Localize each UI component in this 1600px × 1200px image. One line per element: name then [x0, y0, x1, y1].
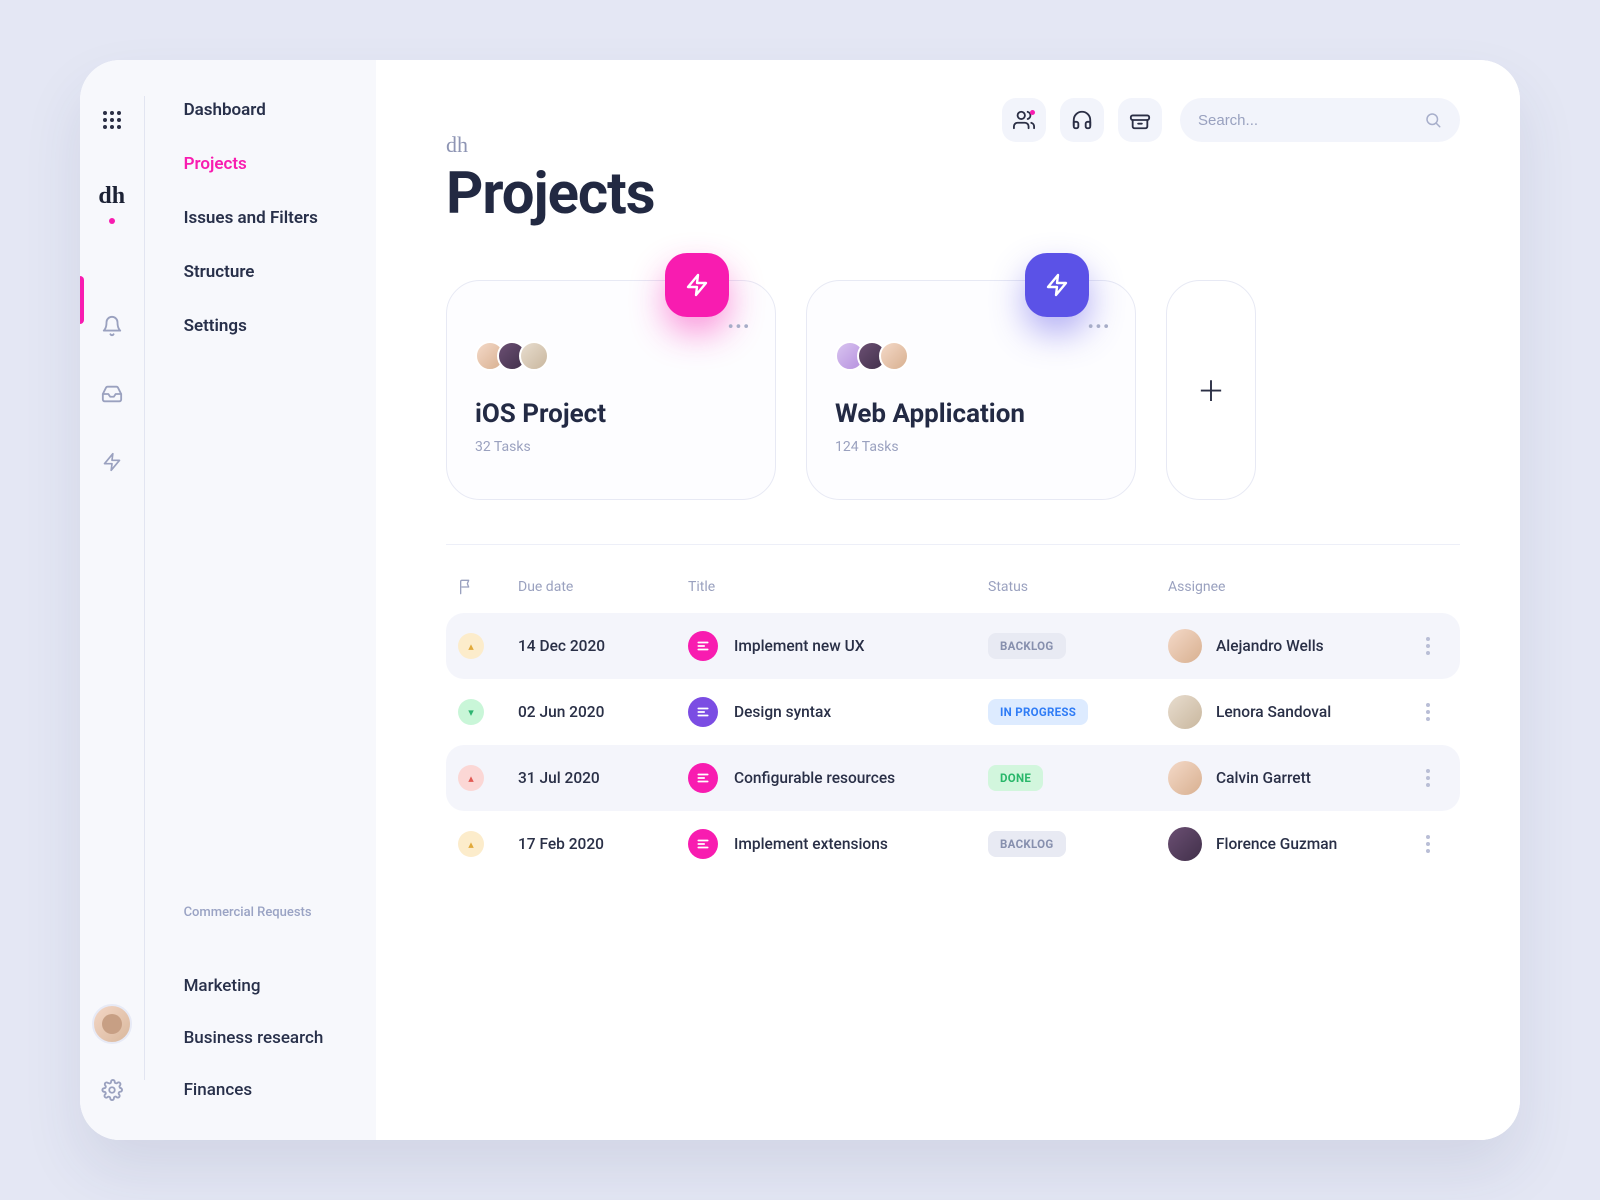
bolt-icon[interactable] — [92, 442, 132, 482]
cell-assignee: Lenora Sandoval — [1168, 695, 1408, 729]
sidebar-nav: Dashboard Projects Issues and Filters St… — [144, 60, 376, 1140]
card-subtitle: 32 Tasks — [475, 439, 747, 455]
card-title: iOS Project — [475, 399, 747, 429]
sidebar-item-dashboard[interactable]: Dashboard — [184, 100, 346, 120]
card-title: Web Application — [835, 399, 1107, 429]
sidebar-main-links: Dashboard Projects Issues and Filters St… — [184, 100, 346, 336]
tasks-table: Due date Title Status Assignee ▴ 14 Dec 2… — [446, 569, 1460, 877]
sidebar-item-business-research[interactable]: Business research — [184, 1028, 346, 1048]
cell-due: 14 Dec 2020 — [518, 637, 688, 655]
avatar — [1168, 827, 1202, 861]
project-cards: ••• iOS Project 32 Tasks ••• — [446, 280, 1460, 500]
avatar — [1168, 695, 1202, 729]
cell-assignee: Florence Guzman — [1168, 827, 1408, 861]
cell-assignee: Alejandro Wells — [1168, 629, 1408, 663]
project-card-ios[interactable]: ••• iOS Project 32 Tasks — [446, 280, 776, 500]
sidebar-item-projects[interactable]: Projects — [184, 154, 346, 174]
card-avatars — [475, 341, 747, 371]
avatar — [519, 341, 549, 371]
search-icon — [1424, 111, 1442, 129]
avatar — [1168, 629, 1202, 663]
current-user-avatar[interactable] — [92, 1004, 132, 1044]
inbox-icon[interactable] — [92, 374, 132, 414]
sidebar-item-structure[interactable]: Structure — [184, 262, 346, 282]
table-header: Due date Title Status Assignee — [446, 569, 1460, 613]
page-title: Projects — [446, 160, 1460, 228]
cell-due: 31 Jul 2020 — [518, 769, 688, 787]
table-row[interactable]: ▴ 14 Dec 2020Implement new UXBACKLOG Aleja… — [446, 613, 1460, 679]
table-body: ▴14 Dec 2020Implement new UXBACKLOGAleja… — [446, 613, 1460, 877]
sidebar-item-settings[interactable]: Settings — [184, 316, 346, 336]
icon-rail: dh — [80, 60, 144, 1140]
task-type-icon — [688, 631, 718, 661]
search-input[interactable] — [1198, 112, 1424, 129]
sidebar-item-marketing[interactable]: Marketing — [184, 976, 346, 996]
row-menu-icon[interactable] — [1408, 835, 1448, 853]
col-due[interactable]: Due date — [518, 579, 688, 595]
project-card-web[interactable]: ••• Web Application 124 Tasks — [806, 280, 1136, 500]
col-flag-icon — [458, 579, 518, 595]
gear-icon[interactable] — [92, 1070, 132, 1110]
cell-status: BACKLOG — [988, 831, 1168, 857]
cell-assignee: Calvin Garrett — [1168, 761, 1408, 795]
card-more-icon[interactable]: ••• — [728, 317, 751, 336]
cell-title: Configurable resources — [688, 763, 988, 793]
table-row[interactable]: ▴ 31 Jul 2020Configurable resourcesDONE Ca… — [446, 745, 1460, 811]
card-more-icon[interactable]: ••• — [1088, 317, 1111, 336]
sidebar-item-issues[interactable]: Issues and Filters — [184, 208, 346, 228]
cell-due: 17 Feb 2020 — [518, 835, 688, 853]
avatar — [879, 341, 909, 371]
cell-status: DONE — [988, 765, 1168, 791]
app-window: dh Dashboard Projects Issues and Fil — [80, 60, 1520, 1140]
table-row[interactable]: ▴ 17 Feb 2020Implement extensionsBACKLOG F… — [446, 811, 1460, 877]
cell-title: Implement new UX — [688, 631, 988, 661]
add-project-button[interactable]: ＋ — [1166, 280, 1256, 500]
priority-flag-icon: ▴ — [458, 831, 484, 857]
card-badge-icon — [1025, 253, 1089, 317]
sidebar-item-finances[interactable]: Finances — [184, 1080, 346, 1100]
task-type-icon — [688, 697, 718, 727]
col-assignee[interactable]: Assignee — [1168, 579, 1408, 595]
status-badge: BACKLOG — [988, 633, 1066, 659]
col-status[interactable]: Status — [988, 579, 1168, 595]
plus-icon: ＋ — [1197, 370, 1225, 410]
task-type-icon — [688, 829, 718, 859]
card-subtitle: 124 Tasks — [835, 439, 1107, 455]
rail-active-indicator — [80, 276, 84, 324]
people-icon[interactable] — [1002, 98, 1046, 142]
cell-title: Implement extensions — [688, 829, 988, 859]
status-badge: BACKLOG — [988, 831, 1066, 857]
cell-title: Design syntax — [688, 697, 988, 727]
task-type-icon — [688, 763, 718, 793]
col-title[interactable]: Title — [688, 579, 988, 595]
sidebar-section: Commercial Requests Marketing Business r… — [184, 905, 346, 1100]
priority-flag-icon: ▴ — [458, 633, 484, 659]
row-menu-icon[interactable] — [1408, 637, 1448, 655]
avatar — [1168, 761, 1202, 795]
status-badge: DONE — [988, 765, 1043, 791]
divider — [446, 544, 1460, 545]
brand-text: dh — [446, 132, 1460, 158]
priority-flag-icon: ▾ — [458, 699, 484, 725]
sidebar-section-title: Commercial Requests — [184, 905, 346, 920]
card-badge-icon — [665, 253, 729, 317]
apps-icon[interactable] — [92, 100, 132, 140]
main-panel: dh Projects ••• iOS Project 32 Tasks — [376, 60, 1520, 1140]
cell-status: IN PROGRESS — [988, 699, 1168, 725]
cell-due: 02 Jun 2020 — [518, 703, 688, 721]
notification-dot — [1030, 110, 1035, 115]
row-menu-icon[interactable] — [1408, 769, 1448, 787]
card-avatars — [835, 341, 1107, 371]
cell-status: BACKLOG — [988, 633, 1168, 659]
bell-icon[interactable] — [92, 306, 132, 346]
brand-logo-icon[interactable]: dh — [92, 176, 132, 216]
row-menu-icon[interactable] — [1408, 703, 1448, 721]
priority-flag-icon: ▴ — [458, 765, 484, 791]
status-badge: IN PROGRESS — [988, 699, 1088, 725]
table-row[interactable]: ▾ 02 Jun 2020Design syntaxIN PROGRESS Leno… — [446, 679, 1460, 745]
